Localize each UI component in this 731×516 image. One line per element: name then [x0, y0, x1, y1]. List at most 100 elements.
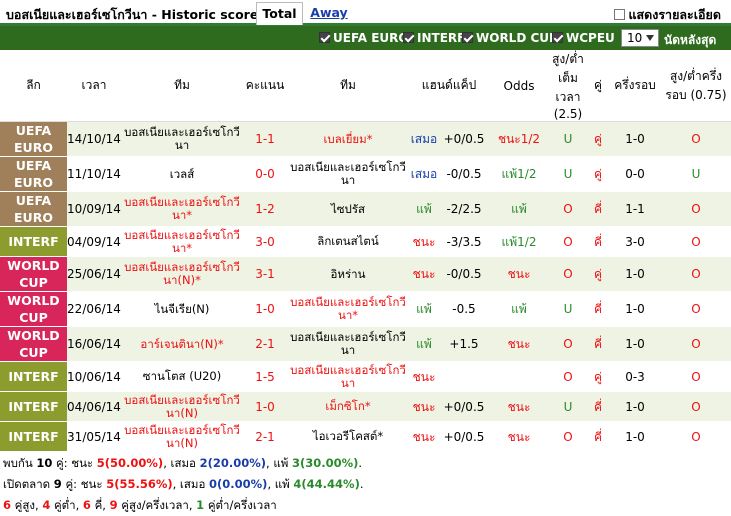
league-badge: INTERF	[0, 361, 67, 392]
home-team[interactable]: บอสเนียและเฮอร์เซโกวีนา(N)	[121, 421, 243, 452]
league-badge: UEFA EURO	[0, 121, 67, 157]
away-team[interactable]: บอสเนียและเฮอร์เซโกวีนา	[287, 361, 409, 392]
filter-label: WCPEU	[566, 31, 615, 45]
summary-line-total: พบกัน 10 คู่: ชนะ 5(50.00%), เสมอ 2(20.0…	[3, 453, 731, 474]
odd-even-result: คี่	[587, 191, 609, 227]
col-league: ลีก	[0, 50, 67, 122]
match-result: ชนะ	[409, 421, 439, 452]
away-team[interactable]: เบลเยี่ยม*	[287, 121, 409, 157]
odds-result	[489, 361, 549, 392]
odds-result: ชนะ	[489, 326, 549, 362]
ht-over-under-result: O	[661, 326, 731, 362]
away-team[interactable]: บอสเนียและเฮอร์เซโกวีนา	[287, 326, 409, 362]
over-under-result: U	[549, 291, 587, 327]
filter-bar: UEFA EURO INTERF WORLD CUP WCPEU 10 นัดห…	[0, 26, 731, 50]
match-date: 25/06/14	[67, 256, 121, 292]
away-team[interactable]: เม็กซิโก*	[287, 391, 409, 422]
match-result: ชนะ	[409, 256, 439, 292]
summary-text: คี่,	[90, 498, 110, 512]
filter-uefa-euro[interactable]: UEFA EURO	[319, 31, 409, 45]
match-result: แพ้	[409, 291, 439, 327]
home-team[interactable]: บอสเนียและเฮอร์เซโกวีนา*	[121, 191, 243, 227]
match-result: เสมอ	[409, 121, 439, 157]
table-row: INTERF 31/05/14 บอสเนียและเฮอร์เซโกวีนา(N)…	[0, 421, 731, 452]
over-under-result: O	[549, 421, 587, 452]
match-score[interactable]: 1-0	[243, 291, 287, 327]
match-date: 31/05/14	[67, 421, 121, 452]
odds-result: ชนะ	[489, 391, 549, 422]
checkbox-checked-icon[interactable]	[403, 32, 414, 43]
ht-over-under-result: O	[661, 191, 731, 227]
away-team[interactable]: ไซปรัส	[287, 191, 409, 227]
checkbox-checked-icon[interactable]	[319, 32, 330, 43]
match-score[interactable]: 1-5	[243, 361, 287, 392]
match-score[interactable]: 2-1	[243, 326, 287, 362]
match-date: 14/10/14	[67, 121, 121, 157]
home-team[interactable]: เวลส์	[121, 156, 243, 192]
match-date: 10/06/14	[67, 361, 121, 392]
home-team[interactable]: บอสเนียและเฮอร์เซโกวีนา*	[121, 226, 243, 257]
match-result: แพ้	[409, 326, 439, 362]
checkbox-checked-icon[interactable]	[462, 32, 473, 43]
tab-total[interactable]: Total	[256, 2, 303, 25]
summary-count: 6	[82, 498, 91, 512]
summary-text: , แพ้	[267, 477, 294, 491]
table-row: UEFA EURO 14/10/14 บอสเนียและเฮอร์เซโกวีนา…	[0, 121, 731, 157]
half-time-score: 1-0	[609, 121, 661, 157]
half-time-score: 3-0	[609, 226, 661, 257]
match-result: ชนะ	[409, 391, 439, 422]
league-badge: WORLD CUP	[0, 291, 67, 327]
summary-count: 1	[196, 498, 205, 512]
match-count-select[interactable]: 10	[621, 29, 659, 47]
away-team[interactable]: บอสเนียและเฮอร์เซโกวีนา	[287, 156, 409, 192]
filter-interf[interactable]: INTERF	[403, 31, 465, 45]
home-team[interactable]: บอสเนียและเฮอร์เซโกวีนา(N)*	[121, 256, 243, 292]
odd-even-result: คี่	[587, 326, 609, 362]
home-team[interactable]: บอสเนียและเฮอร์เซโกวีนา(N)	[121, 391, 243, 422]
away-team[interactable]: ไอเวอรีโคสต์*	[287, 421, 409, 452]
handicap-value: -2/2.5	[439, 191, 489, 227]
summary-text: .	[359, 477, 364, 491]
match-score[interactable]: 1-0	[243, 391, 287, 422]
ht-over-under-result: O	[661, 361, 731, 392]
summary-text: คู่สูง/ครึ่งเวลา,	[117, 498, 197, 512]
odds-result: แพ้	[489, 291, 549, 327]
summary-text: , แพ้	[266, 456, 292, 470]
match-score[interactable]: 3-1	[243, 256, 287, 292]
summary-win: 5(50.00%)	[96, 456, 164, 470]
home-team[interactable]: ซานโตส (U20)	[121, 361, 243, 392]
away-team[interactable]: ลิกเตนสไตน์	[287, 226, 409, 257]
league-badge: UEFA EURO	[0, 156, 67, 192]
odds-result: แพ้1/2	[489, 156, 549, 192]
chevron-down-icon	[646, 35, 654, 41]
col-half-time: ครึ่งรอบ	[609, 50, 661, 122]
handicap-value: +0/0.5	[439, 121, 489, 157]
show-details-toggle[interactable]: แสดงรายละเอียด	[614, 5, 721, 25]
summary-text: , เสมอ	[172, 477, 210, 491]
home-team[interactable]: บอสเนียและเฮอร์เซโกวีนา	[121, 121, 243, 157]
half-time-score: 0-3	[609, 361, 661, 392]
away-team[interactable]: บอสเนียและเฮอร์เซโกวีนา*	[287, 291, 409, 327]
over-under-result: U	[549, 391, 587, 422]
checkbox-checked-icon[interactable]	[552, 32, 563, 43]
half-time-score: 1-0	[609, 326, 661, 362]
ht-over-under-result: O	[661, 256, 731, 292]
match-score[interactable]: 3-0	[243, 226, 287, 257]
checkbox-icon[interactable]	[614, 9, 626, 20]
filter-world-cup[interactable]: WORLD CUP	[462, 31, 558, 45]
match-score[interactable]: 1-2	[243, 191, 287, 227]
ht-over-under-result: O	[661, 421, 731, 452]
handicap-value: -0.5	[439, 291, 489, 327]
over-under-result: O	[549, 256, 587, 292]
summary-text: คู่: ชนะ	[61, 477, 107, 491]
match-result: แพ้	[409, 191, 439, 227]
home-team[interactable]: ไนจีเรีย(N)	[121, 291, 243, 327]
match-date: 22/06/14	[67, 291, 121, 327]
away-team[interactable]: อิหร่าน	[287, 256, 409, 292]
tab-away[interactable]: Away	[304, 2, 354, 25]
filter-wcpeu[interactable]: WCPEU	[552, 31, 615, 45]
match-score[interactable]: 0-0	[243, 156, 287, 192]
match-score[interactable]: 2-1	[243, 421, 287, 452]
match-score[interactable]: 1-1	[243, 121, 287, 157]
home-team[interactable]: อาร์เจนตินา(N)*	[121, 326, 243, 362]
